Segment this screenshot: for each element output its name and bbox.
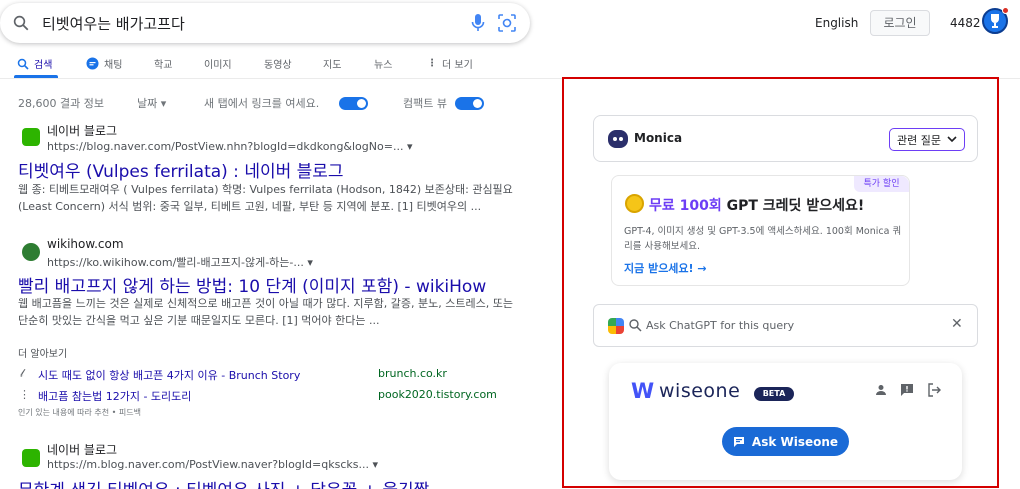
- tab-label: 검색: [34, 60, 53, 71]
- coin-icon: [625, 194, 644, 213]
- wikihow-favicon: [22, 243, 40, 261]
- related-link-host: pook2020.tistory.com: [378, 388, 497, 401]
- search-icon: [629, 319, 642, 332]
- tab-more[interactable]: ⋮ 더 보기: [427, 56, 473, 71]
- tab-label: 뉴스: [374, 60, 393, 71]
- search-input[interactable]: 티벳여우는 배가고프다: [42, 13, 185, 34]
- credit-highlight: 무료 100회: [649, 198, 722, 214]
- caret-down-icon: ▾: [160, 97, 167, 110]
- tab-maps[interactable]: 지도: [323, 56, 341, 71]
- more-options-icon: ▾: [372, 458, 378, 471]
- tab-chat[interactable]: 채팅: [86, 56, 122, 71]
- result-site[interactable]: 네이버 블로그: [47, 441, 117, 458]
- result-url-text: https://m.blog.naver.com/PostView.naver?…: [47, 458, 369, 471]
- monica-card: Monica 관련 질문: [593, 115, 978, 162]
- related-questions-label: 관련 질문: [897, 133, 941, 147]
- tab-label: 이미지: [204, 60, 232, 71]
- ask-wiseone-label: Ask Wiseone: [751, 434, 839, 449]
- tab-label: 더 보기: [442, 60, 473, 71]
- get-credits-link[interactable]: 지금 받으세요! →: [624, 260, 707, 276]
- compact-view-label: 컴팩트 뷰: [403, 97, 447, 110]
- credit-promo-card: 특가 할인 무료 100회 GPT 크레딧 받으세요! GPT-4, 이미지 생…: [611, 175, 910, 286]
- more-to-explore-label: 더 알아보기: [18, 349, 68, 360]
- result-site[interactable]: 네이버 블로그: [47, 122, 117, 139]
- login-button[interactable]: 로그인: [870, 10, 930, 36]
- user-icon[interactable]: [874, 383, 888, 397]
- link-icon: 𝓁: [20, 367, 24, 380]
- language-link[interactable]: English: [815, 16, 858, 30]
- feedback-icon[interactable]: [900, 383, 914, 397]
- date-filter-label: 날짜: [137, 97, 158, 110]
- extension-logo-icon: [608, 318, 624, 334]
- search-bar[interactable]: 티벳여우는 배가고프다: [0, 3, 530, 43]
- credit-headline-rest: GPT 크레딧 받으세요!: [721, 198, 865, 214]
- tab-label: 동영상: [264, 60, 292, 71]
- chat-bubble-icon: [733, 437, 744, 447]
- result-title[interactable]: 무한계 생긴 티벳여우 : 티벳여우 사진 + 닮은꼴 + 울긴짤: [18, 476, 429, 489]
- rewards-icon[interactable]: [982, 7, 1009, 34]
- logout-icon[interactable]: [927, 383, 941, 397]
- result-url[interactable]: https://m.blog.naver.com/PostView.naver?…: [47, 458, 378, 471]
- tab-school[interactable]: 학교: [154, 56, 172, 71]
- tab-videos[interactable]: 동영상: [264, 56, 292, 71]
- result-count: 28,600 결과 정보: [18, 97, 104, 110]
- result-url-text: https://blog.naver.com/PostView.nhn?blog…: [47, 140, 404, 153]
- credit-headline: 무료 100회 GPT 크레딧 받으세요!: [649, 195, 864, 215]
- result-url[interactable]: https://ko.wikihow.com/빨리-배고프지-않게-하는-...…: [47, 254, 313, 270]
- result-title[interactable]: 티벳여우 (Vulpes ferrilata) : 네이버 블로그: [18, 157, 344, 182]
- result-url-text: https://ko.wikihow.com/빨리-배고프지-않게-하는-...: [47, 256, 304, 269]
- tab-images[interactable]: 이미지: [204, 56, 232, 71]
- chat-icon: [86, 57, 99, 70]
- beta-badge: BETA: [754, 387, 794, 401]
- ask-wiseone-button[interactable]: Ask Wiseone: [722, 427, 849, 456]
- related-link-host: brunch.co.kr: [378, 367, 447, 380]
- link-icon: ⋮: [19, 388, 30, 401]
- visual-search-icon[interactable]: [498, 14, 516, 32]
- more-vert-icon: ⋮: [427, 58, 437, 69]
- microphone-icon[interactable]: [470, 13, 486, 33]
- date-filter[interactable]: 날짜 ▾: [137, 95, 166, 111]
- related-link[interactable]: 배고픔 참는법 12가지 - 도리도리: [38, 388, 191, 404]
- chevron-down-icon: [947, 136, 957, 143]
- discount-badge: 특가 할인: [854, 176, 909, 192]
- naver-blog-favicon: [22, 128, 40, 146]
- tab-label: 학교: [154, 60, 173, 71]
- recommendation-note: 인기 있는 내용에 따라 추천 • 피드백: [18, 408, 142, 417]
- wiseone-logo-icon: W: [631, 379, 655, 403]
- tab-news[interactable]: 뉴스: [374, 56, 392, 71]
- monica-name: Monica: [634, 131, 683, 145]
- more-options-icon: ▾: [307, 256, 313, 269]
- credit-description: GPT-4, 이미지 생성 및 GPT-3.5에 액세스하세요. 100회 Mo…: [624, 226, 902, 252]
- trophy-icon: [991, 14, 999, 28]
- wiseone-card: W wiseone BETA Ask Wiseone: [609, 363, 962, 480]
- rewards-points[interactable]: 4482: [950, 16, 981, 30]
- result-url[interactable]: https://blog.naver.com/PostView.nhn?blog…: [47, 140, 412, 153]
- search-icon[interactable]: [12, 14, 30, 32]
- tab-label: 지도: [323, 60, 342, 71]
- related-link[interactable]: 시도 때도 없이 항상 배고픈 4가지 이유 - Brunch Story: [38, 367, 300, 383]
- wiseone-brand: wiseone: [659, 380, 741, 402]
- result-snippet: 웹 배고픔을 느끼는 것은 실제로 신체적으로 배고픈 것이 아닐 때가 많다.…: [18, 297, 513, 327]
- new-tab-toggle[interactable]: [339, 97, 368, 110]
- tab-label: 채팅: [104, 60, 123, 71]
- result-snippet: 웹 종: 티베트모래여우 ( Vulpes ferrilata) 학명: Vul…: [18, 183, 513, 213]
- new-tab-setting-label: 새 탭에서 링크를 여세요.: [204, 97, 320, 110]
- close-icon[interactable]: ✕: [951, 316, 963, 332]
- related-questions-dropdown[interactable]: 관련 질문: [889, 128, 965, 151]
- ask-chatgpt-bar[interactable]: Ask ChatGPT for this query ✕: [593, 304, 978, 347]
- ask-chatgpt-input[interactable]: Ask ChatGPT for this query: [646, 319, 794, 332]
- monica-logo-icon: [608, 130, 628, 148]
- tab-search[interactable]: 검색: [17, 56, 52, 71]
- compact-view-toggle[interactable]: [455, 97, 484, 110]
- notification-dot: [1002, 7, 1009, 14]
- naver-blog-favicon: [22, 449, 40, 467]
- result-title[interactable]: 빨리 배고프지 않게 하는 방법: 10 단계 (이미지 포함) - wikiH…: [18, 272, 486, 297]
- more-options-icon: ▾: [406, 140, 413, 153]
- search-icon: [17, 58, 29, 70]
- result-site[interactable]: wikihow.com: [47, 237, 124, 251]
